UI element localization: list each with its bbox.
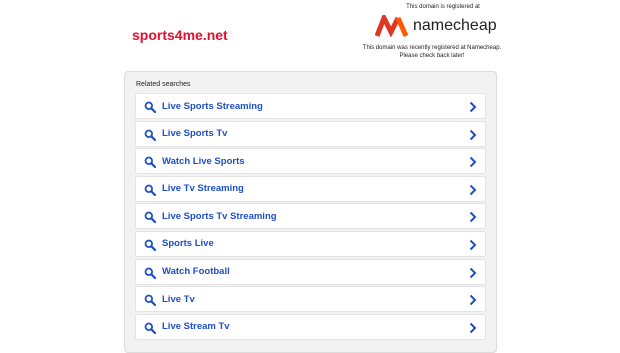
related-search-label: Live Sports Tv Streaming [162, 210, 277, 222]
related-search-item[interactable]: Live Tv [135, 286, 486, 313]
related-searches-panel: Related searches Live Sports Streaming L… [124, 71, 497, 353]
search-icon [144, 184, 156, 196]
chevron-right-icon [469, 156, 477, 168]
chevron-right-icon [469, 267, 477, 278]
search-icon [144, 239, 156, 251]
search-icon [144, 294, 156, 307]
related-search-item[interactable]: Live Tv Streaming [135, 175, 486, 202]
related-search-item[interactable]: Watch Football [135, 258, 486, 285]
brand-name: namecheap [413, 17, 497, 34]
related-search-item[interactable]: Live Sports Tv Streaming [135, 203, 486, 230]
related-search-item[interactable]: Live Sports Streaming [135, 93, 486, 119]
related-search-label: Live Tv [162, 293, 195, 305]
related-search-label: Watch Football [162, 266, 230, 278]
search-icon [144, 211, 156, 224]
domain-name: sports4me.net [132, 27, 228, 43]
note-line-1: This domain was recently registered at N… [362, 45, 502, 51]
search-icon [144, 101, 156, 113]
chevron-right-icon [469, 101, 477, 113]
search-icon [144, 267, 156, 279]
registration-note: This domain was recently registered at N… [362, 44, 502, 60]
related-search-label: Watch Live Sports [162, 155, 245, 167]
chevron-right-icon [469, 184, 477, 195]
note-line-2: Please check back later! [399, 53, 465, 59]
chevron-right-icon [469, 322, 477, 333]
related-search-label: Live Stream Tv [162, 321, 230, 333]
related-search-item[interactable]: Sports Live [135, 230, 486, 257]
panel-title: Related searches [136, 81, 191, 88]
related-search-label: Sports Live [162, 238, 214, 250]
registered-label: This domain is registered at [406, 4, 480, 10]
related-search-label: Live Sports Streaming [162, 100, 263, 112]
search-icon [144, 322, 156, 334]
search-icon [144, 156, 156, 169]
related-search-item[interactable]: Live Stream Tv [135, 313, 486, 340]
related-search-label: Live Sports Tv [162, 128, 228, 140]
search-icon [144, 129, 156, 141]
namecheap-logo[interactable]: namecheap [375, 14, 497, 38]
related-search-item[interactable]: Watch Live Sports [135, 148, 486, 175]
related-search-label: Live Tv Streaming [162, 183, 244, 195]
related-search-item[interactable]: Live Sports Tv [135, 120, 486, 147]
namecheap-mark-icon [375, 15, 409, 37]
chevron-right-icon [469, 294, 477, 306]
chevron-right-icon [469, 129, 477, 140]
chevron-right-icon [469, 212, 477, 223]
related-searches-list: Live Sports Streaming Live Sports Tv Wat… [135, 93, 486, 341]
chevron-right-icon [469, 239, 477, 251]
